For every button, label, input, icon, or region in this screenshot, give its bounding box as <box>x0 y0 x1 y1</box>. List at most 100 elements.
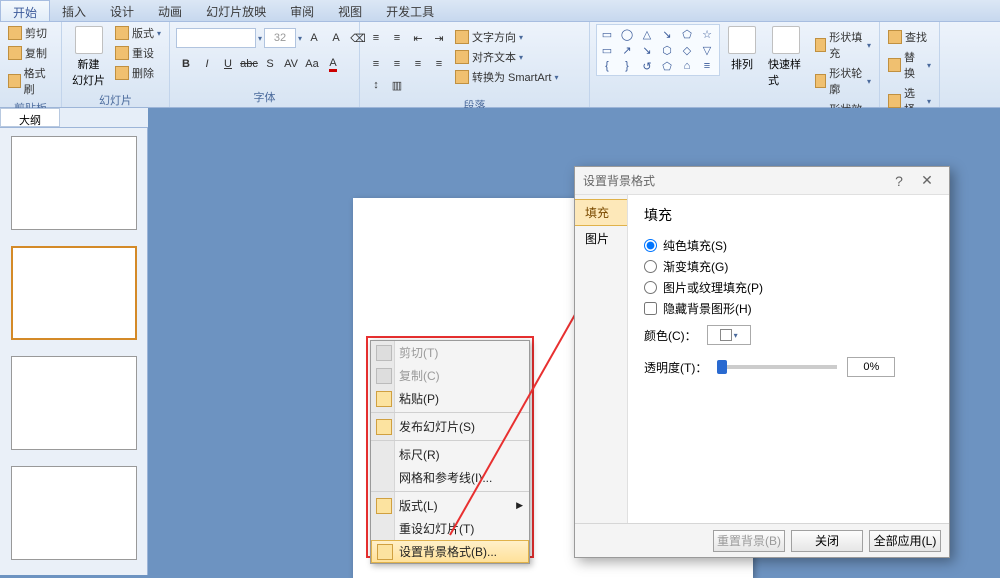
replace-button[interactable]: 替换▾ <box>886 48 933 82</box>
opt-solid-fill[interactable]: 纯色填充(S) <box>644 235 933 256</box>
ctx-ruler[interactable]: 标尺(R) <box>371 440 529 466</box>
radio-picture[interactable] <box>644 281 657 294</box>
align-text-button[interactable]: 对齐文本▾ <box>453 48 560 66</box>
slide-thumb[interactable] <box>11 466 137 560</box>
tab-slideshow[interactable]: 幻灯片放映 <box>194 0 278 21</box>
layout-button[interactable]: 版式▾ <box>113 24 163 42</box>
slider-thumb[interactable] <box>717 360 727 374</box>
group-font: ▾ ▾ A A ⌫ B I U abc S AV Aa A 字体 <box>170 22 360 107</box>
text-direction-button[interactable]: 文字方向▾ <box>453 28 560 46</box>
ctx-reset-slide[interactable]: 重设幻灯片(T) <box>371 517 529 540</box>
radio-gradient[interactable] <box>644 260 657 273</box>
shape-gallery[interactable]: ▭◯△↘⬠☆ ▭↗↘⬡◇▽ {}↺⬠⌂≡ <box>596 24 720 76</box>
font-color-button[interactable]: A <box>323 54 343 74</box>
indent-inc-button[interactable]: ⇥ <box>429 28 449 48</box>
dialog-titlebar[interactable]: 设置背景格式 ? ✕ <box>575 167 949 195</box>
indent-dec-button[interactable]: ⇤ <box>408 28 428 48</box>
tab-insert[interactable]: 插入 <box>50 0 98 21</box>
tab-anim[interactable]: 动画 <box>146 0 194 21</box>
underline-button[interactable]: U <box>218 54 238 74</box>
close-button[interactable]: 关闭 <box>791 530 863 552</box>
strike-button[interactable]: abc <box>239 54 259 74</box>
ctx-background-format[interactable]: 设置背景格式(B)... <box>371 540 529 563</box>
group-drawing: ▭◯△↘⬠☆ ▭↗↘⬡◇▽ {}↺⬠⌂≡ 排列 快速样式 形状填充▾ 形状轮廓▾… <box>590 22 880 107</box>
font-dropdown-icon[interactable]: ▾ <box>258 34 262 43</box>
tab-view[interactable]: 视图 <box>326 0 374 21</box>
slide-thumb[interactable] <box>11 246 137 340</box>
font-size-input[interactable] <box>264 28 296 48</box>
group-slides: 新建 幻灯片 版式▾ 重设 删除 幻灯片 <box>62 22 170 107</box>
group-label-slides: 幻灯片 <box>68 90 163 110</box>
shape-fill-button[interactable]: 形状填充▾ <box>813 28 873 62</box>
dialog-help-button[interactable]: ? <box>885 173 913 189</box>
tab-dev[interactable]: 开发工具 <box>374 0 446 21</box>
shape-outline-button[interactable]: 形状轮廓▾ <box>813 64 873 98</box>
opt-picture-fill[interactable]: 图片或纹理填充(P) <box>644 277 933 298</box>
bullets-button[interactable]: ≡ <box>366 28 386 48</box>
dialog-tab-fill[interactable]: 填充 <box>575 199 627 226</box>
arrange-button[interactable]: 排列 <box>724 24 760 74</box>
smartart-button[interactable]: 转换为 SmartArt▾ <box>453 68 560 86</box>
smartart-icon <box>455 70 469 84</box>
reset-background-button: 重置背景(B) <box>713 530 785 552</box>
ctx-publish[interactable]: 发布幻灯片(S) <box>371 412 529 438</box>
font-name-input[interactable] <box>176 28 256 48</box>
apply-all-button[interactable]: 全部应用(L) <box>869 530 941 552</box>
cut-button[interactable]: 剪切 <box>6 24 55 42</box>
opt-hide-bg[interactable]: 隐藏背景图形(H) <box>644 298 933 319</box>
publish-icon <box>376 419 392 435</box>
new-slide-button[interactable]: 新建 幻灯片 <box>68 24 109 90</box>
reset-button[interactable]: 重设 <box>113 44 163 62</box>
thumbnail-panel[interactable] <box>0 128 148 575</box>
align-left-button[interactable]: ≡ <box>366 54 386 74</box>
dialog-tab-picture[interactable]: 图片 <box>575 226 627 251</box>
slide-thumb[interactable] <box>11 136 137 230</box>
slide-thumb[interactable] <box>11 356 137 450</box>
dialog-close-button[interactable]: ✕ <box>913 172 941 189</box>
quick-styles-icon <box>772 26 800 54</box>
dialog-content: 填充 纯色填充(S) 渐变填充(G) 图片或纹理填充(P) 隐藏背景图形(H) … <box>627 195 949 523</box>
color-label: 颜色(C)： <box>644 327 697 344</box>
transparency-slider[interactable] <box>717 365 837 369</box>
group-editing: 查找 替换▾ 选择▾ 编辑 <box>880 22 940 107</box>
ctx-layout[interactable]: 版式(L)▶ <box>371 491 529 517</box>
checkbox-hide-bg[interactable] <box>644 302 657 315</box>
numbering-button[interactable]: ≡ <box>387 28 407 48</box>
format-painter-icon <box>8 74 21 88</box>
ctx-paste[interactable]: 粘贴(P) <box>371 387 529 410</box>
align-center-button[interactable]: ≡ <box>387 54 407 74</box>
align-right-button[interactable]: ≡ <box>408 54 428 74</box>
tab-review[interactable]: 审阅 <box>278 0 326 21</box>
tab-home[interactable]: 开始 <box>0 0 50 21</box>
bold-button[interactable]: B <box>176 54 196 74</box>
quick-styles-button[interactable]: 快速样式 <box>764 24 809 90</box>
tab-design[interactable]: 设计 <box>98 0 146 21</box>
shrink-font-button[interactable]: A <box>326 28 346 48</box>
color-picker-button[interactable]: ▾ <box>707 325 751 345</box>
text-direction-icon <box>455 30 469 44</box>
line-spacing-button[interactable]: ↕ <box>366 75 386 95</box>
italic-button[interactable]: I <box>197 54 217 74</box>
columns-button[interactable]: ▥ <box>387 75 407 95</box>
ctx-cut: 剪切(T) <box>371 341 529 364</box>
delete-button[interactable]: 删除 <box>113 64 163 82</box>
ctx-grid[interactable]: 网格和参考线(I)... <box>371 466 529 489</box>
grow-font-button[interactable]: A <box>304 28 324 48</box>
change-case-button[interactable]: Aa <box>302 54 322 74</box>
shadow-button[interactable]: S <box>260 54 280 74</box>
char-spacing-button[interactable]: AV <box>281 54 301 74</box>
find-button[interactable]: 查找 <box>886 28 933 46</box>
transparency-input[interactable] <box>847 357 895 377</box>
transparency-label: 透明度(T)： <box>644 359 707 376</box>
align-text-icon <box>455 50 469 64</box>
size-dropdown-icon[interactable]: ▾ <box>298 34 302 43</box>
copy-button[interactable]: 复制 <box>6 44 55 62</box>
align-justify-button[interactable]: ≡ <box>429 54 449 74</box>
format-painter-button[interactable]: 格式刷 <box>6 64 55 98</box>
radio-solid[interactable] <box>644 239 657 252</box>
opt-gradient-fill[interactable]: 渐变填充(G) <box>644 256 933 277</box>
group-label-font: 字体 <box>176 87 353 107</box>
panel-tab-outline[interactable]: 大纲 <box>0 108 60 127</box>
ctx-copy: 复制(C) <box>371 364 529 387</box>
find-icon <box>888 30 902 44</box>
